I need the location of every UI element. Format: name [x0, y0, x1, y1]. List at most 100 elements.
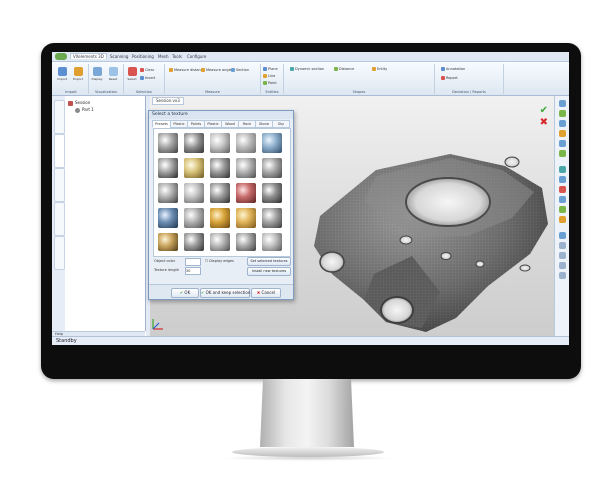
reset-view-button[interactable]: Reset [107, 67, 119, 81]
tree-item-session[interactable]: Session [68, 100, 90, 106]
session-tree-panel: Session Part 1 [65, 96, 146, 331]
zoom-icon[interactable] [559, 120, 566, 127]
tab-configure[interactable]: Configure [187, 54, 206, 59]
select-button[interactable]: Select [126, 67, 138, 81]
texture-swatch[interactable] [158, 133, 178, 153]
tab-layers[interactable] [54, 168, 65, 202]
tab-wood[interactable]: Wood [221, 120, 239, 128]
texture-swatch[interactable] [210, 208, 230, 228]
texture-swatch[interactable] [262, 183, 282, 203]
texture-swatch[interactable] [158, 233, 178, 251]
texture-swatch[interactable] [210, 183, 230, 203]
tab-scanning[interactable]: Scanning [110, 54, 128, 59]
texture-swatch[interactable] [236, 208, 256, 228]
view-front-icon[interactable] [559, 100, 566, 107]
texture-swatch[interactable] [158, 183, 178, 203]
ribbon-group-label: Shapes [352, 90, 366, 94]
table-icon[interactable] [559, 262, 566, 269]
dynamic-section-icon [290, 67, 294, 71]
plane-button[interactable]: Plane [263, 67, 278, 71]
texture-swatch[interactable] [236, 233, 256, 251]
tab-surfaces[interactable] [54, 236, 65, 270]
texture-swatch[interactable] [262, 158, 282, 178]
report-button[interactable]: Report [441, 76, 458, 80]
color-map-icon[interactable] [559, 206, 566, 213]
confirm-check-icon[interactable]: ✔ [540, 106, 548, 116]
measure-distance-button[interactable]: Measure distance [169, 68, 205, 72]
pan-icon[interactable] [559, 140, 566, 147]
tab-plastic-2[interactable]: Plastic [204, 120, 222, 128]
annotation-button[interactable]: Annotation [441, 67, 465, 71]
point-icon [263, 81, 267, 85]
rotate-icon[interactable] [559, 130, 566, 137]
point-button[interactable]: Point [263, 81, 277, 85]
install-textures-button[interactable]: Install new textures [247, 267, 291, 276]
texture-length-field[interactable]: 30 [185, 267, 201, 275]
texture-icon[interactable] [559, 186, 566, 193]
layout-icon[interactable] [559, 242, 566, 249]
lighting-icon[interactable] [559, 196, 566, 203]
texture-swatch[interactable] [210, 133, 230, 153]
view-top-icon[interactable] [559, 110, 566, 117]
texture-swatch[interactable] [210, 158, 230, 178]
texture-swatch[interactable] [236, 183, 256, 203]
tab-properties[interactable] [54, 202, 65, 236]
application-menu-button[interactable] [55, 53, 67, 60]
grid-icon[interactable] [559, 232, 566, 239]
texture-swatch[interactable] [184, 233, 204, 251]
section-button[interactable]: Section [231, 68, 249, 72]
close-x-icon[interactable]: ✖ [540, 118, 548, 128]
tab-stone[interactable]: Stone [255, 120, 273, 128]
texture-swatch[interactable] [210, 233, 230, 251]
texture-swatch[interactable] [158, 208, 178, 228]
texture-swatch[interactable] [184, 183, 204, 203]
tree-item-part[interactable]: Part 1 [75, 107, 94, 113]
texture-swatch[interactable] [158, 158, 178, 178]
tab-plastic[interactable]: Plastic [170, 120, 188, 128]
texture-swatch[interactable] [262, 233, 282, 251]
panel-icon[interactable] [559, 252, 566, 259]
measure-angle-button[interactable]: Measure angle [201, 68, 232, 72]
object-color-field[interactable] [185, 258, 201, 266]
display-button[interactable]: Display [91, 67, 103, 81]
texture-swatch[interactable] [184, 133, 204, 153]
wireframe-icon[interactable] [559, 176, 566, 183]
export-button[interactable]: Export [72, 67, 84, 81]
ok-button[interactable]: ✔ OK [171, 288, 199, 298]
tab-tools[interactable]: Tools [172, 54, 182, 59]
tab-presets[interactable]: Presets [152, 120, 171, 128]
fit-view-icon[interactable] [559, 150, 566, 157]
tab-positioning[interactable]: Positioning [132, 54, 154, 59]
texture-swatch[interactable] [262, 133, 282, 153]
dynamic-section-button[interactable]: Dynamic section [290, 67, 324, 71]
cancel-button[interactable]: ✖ Cancel [251, 288, 281, 298]
texture-swatch[interactable] [184, 158, 204, 178]
tab-session[interactable] [54, 134, 65, 168]
entity-button[interactable]: Entity [372, 67, 387, 71]
display-edges-checkbox[interactable]: ☐ Display edges [205, 259, 234, 263]
report-icon [441, 76, 445, 80]
texture-swatch[interactable] [184, 208, 204, 228]
invert-selection-button[interactable]: Invert [140, 76, 155, 80]
clear-selection-button[interactable]: Clear [140, 68, 154, 72]
axis-triad-icon [152, 319, 163, 330]
ribbon-group-label: Visualization [94, 90, 118, 94]
settings-icon[interactable] [559, 272, 566, 279]
texture-swatch[interactable] [262, 208, 282, 228]
annotation-icon [441, 67, 445, 71]
tab-app[interactable]: VXelements 3D [70, 53, 107, 59]
set-textures-button[interactable]: Set selected textures [247, 257, 291, 266]
import-button[interactable]: Import [56, 67, 68, 81]
tab-paints[interactable]: Paints [187, 120, 205, 128]
texture-swatch[interactable] [236, 158, 256, 178]
distance-button[interactable]: Distance [334, 67, 354, 71]
tab-mesh[interactable]: Mesh [158, 54, 169, 59]
ok-keep-selection-button[interactable]: ✔ OK and keep selection [200, 288, 250, 298]
tab-scan[interactable] [54, 100, 65, 134]
tab-rock[interactable]: Rock [238, 120, 256, 128]
texture-swatch[interactable] [236, 133, 256, 153]
sun-icon[interactable] [559, 216, 566, 223]
shading-icon[interactable] [559, 166, 566, 173]
line-button[interactable]: Line [263, 74, 275, 78]
tab-sky[interactable]: Sky [272, 120, 290, 128]
